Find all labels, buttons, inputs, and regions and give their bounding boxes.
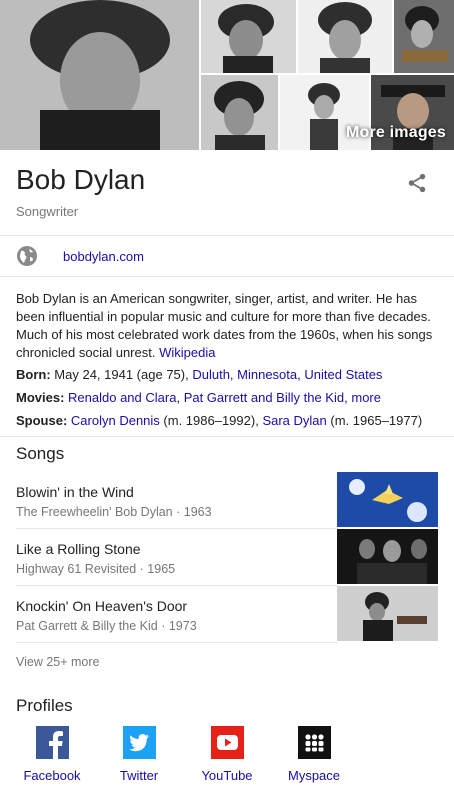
fact-label: Born: [16,367,51,382]
youtube-icon [211,726,244,759]
song-item[interactable]: Knockin' On Heaven's Door Pat Garrett & … [16,586,438,643]
photo-thumbnail[interactable] [394,0,454,73]
profiles-heading: Profiles [16,696,73,715]
divider [16,642,338,643]
profile-label: Facebook [23,768,81,783]
photo-thumbnail[interactable] [201,0,296,73]
song-item[interactable]: Like a Rolling Stone Highway 61 Revisite… [16,529,438,586]
separator: , [344,390,348,405]
profile-label: Myspace [287,768,341,783]
song-title: Like a Rolling Stone [16,541,141,557]
country-link[interactable]: United States [304,367,382,382]
separator: , [176,390,181,405]
song-thumbnail [337,472,438,527]
twitter-icon [123,726,156,759]
entity-description: Bob Dylan is an American songwriter, sin… [16,290,441,362]
facebook-icon [36,726,69,759]
wikipedia-link[interactable]: Wikipedia [159,345,215,360]
facts-list: Born: May 24, 1941 (age 75), Duluth, Min… [16,366,446,435]
fact-label: Spouse: [16,413,68,428]
fact-spouse: Spouse: Carolyn Dennis (m. 1986–1992), S… [16,412,446,430]
view-more-songs-link[interactable]: View 25+ more [16,655,100,669]
entity-header: Bob Dylan Songwriter [0,150,454,236]
spouse-link[interactable]: Carolyn Dennis [71,413,160,428]
fact-value: (m. 1986–1992), [163,413,259,428]
song-thumbnail [337,586,438,641]
movie-link[interactable]: Renaldo and Clara [68,390,176,405]
fact-value: (m. 1965–1977) [330,413,423,428]
profiles-list: Facebook Twitter YouTube Myspace [0,720,454,783]
songs-heading: Songs [16,444,65,463]
fact-value: May 24, 1941 (age 75), [54,367,189,382]
song-meta: Highway 61 Revisited · 1965 [16,562,176,576]
globe-icon [17,246,37,266]
movie-link[interactable]: Pat Garrett and Billy the Kid [184,390,344,405]
song-title: Knockin' On Heaven's Door [16,598,188,614]
song-title: Blowin' in the Wind [16,484,134,500]
more-images-link[interactable]: More images [346,124,446,142]
song-thumbnail [337,529,438,584]
divider [0,436,454,437]
song-meta: Pat Garrett & Billy the Kid · 1973 [16,619,197,633]
myspace-icon [298,726,331,759]
movies-more-link[interactable]: more [351,390,381,405]
main-portrait-image[interactable] [0,0,199,150]
description-text: Bob Dylan is an American songwriter, sin… [16,291,433,360]
profile-myspace[interactable]: Myspace [274,726,354,783]
fact-movies: Movies: Renaldo and Clara, Pat Garrett a… [16,389,446,407]
fact-born: Born: May 24, 1941 (age 75), Duluth, Min… [16,366,446,384]
photo-thumbnail[interactable] [201,75,278,150]
profile-facebook[interactable]: Facebook [12,726,92,783]
song-item[interactable]: Blowin' in the Wind The Freewheelin' Bob… [16,472,438,529]
website-row[interactable]: bobdylan.com [0,237,454,277]
birthplace-link[interactable]: Duluth, Minnesota, [192,367,300,382]
profile-twitter[interactable]: Twitter [99,726,179,783]
song-meta: The Freewheelin' Bob Dylan · 1963 [16,505,212,519]
website-link[interactable]: bobdylan.com [63,249,144,264]
share-icon[interactable] [406,172,428,194]
entity-title: Bob Dylan [16,164,146,195]
entity-subtitle: Songwriter [16,204,79,219]
profile-label: YouTube [201,768,253,783]
fact-label: Movies: [16,390,65,405]
profile-youtube[interactable]: YouTube [187,726,267,783]
spouse-link[interactable]: Sara Dylan [262,413,326,428]
image-collage[interactable]: More images [0,0,454,150]
profile-label: Twitter [119,768,159,783]
photo-thumbnail[interactable] [298,0,392,73]
